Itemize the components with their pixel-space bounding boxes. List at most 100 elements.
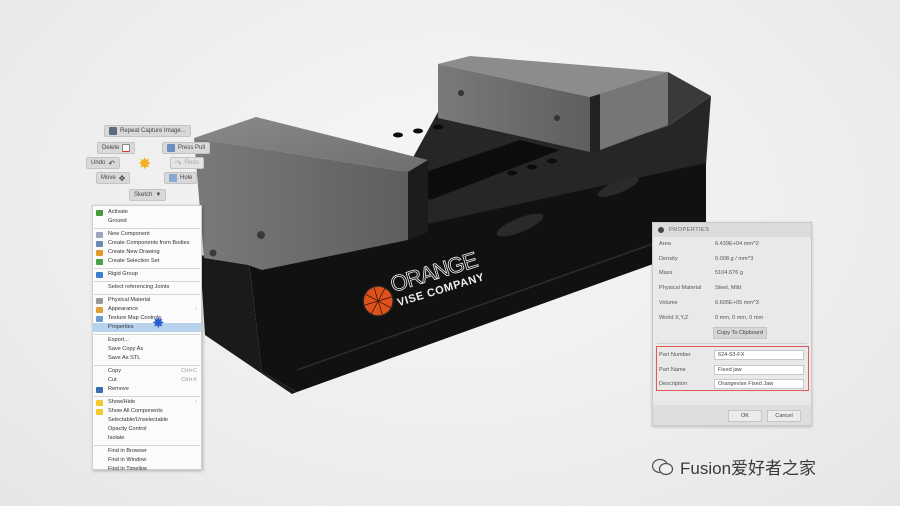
menu-item-appearance[interactable]: Appearance ›	[93, 305, 201, 314]
menu-item-label: Copy	[108, 368, 122, 374]
move-icon: ✥	[118, 173, 126, 183]
properties-panel: PROPERTIES Area 6.439E+04 mm^2 Density 0.00…	[652, 222, 812, 426]
property-label: Density	[659, 255, 678, 262]
redo-button[interactable]: ↷ Redo	[170, 157, 205, 169]
click-burst-icon: ✸	[138, 156, 152, 173]
component-icon	[96, 231, 103, 238]
menu-item-label: Select referencing Joints	[108, 284, 170, 290]
properties-header[interactable]: PROPERTIES	[653, 223, 811, 237]
sketch-dropdown[interactable]: Sketch ▼	[129, 189, 167, 201]
cancel-button[interactable]: Cancel	[767, 410, 801, 422]
wechat-icon	[652, 458, 674, 475]
watermark: Fusion爱好者之家	[652, 454, 816, 479]
lightbulb-icon	[96, 408, 103, 415]
watermark-text: Fusion爱好者之家	[680, 459, 817, 478]
menu-item-label: Save Copy As	[108, 346, 144, 352]
menu-item-ground[interactable]: Ground	[93, 217, 201, 226]
hole-button[interactable]: Hole	[164, 172, 198, 184]
menu-item-label: Opacity Control	[108, 426, 147, 432]
capture-icon	[109, 127, 117, 135]
menu-item-create-selection-set[interactable]: Create Selection Set	[93, 257, 201, 266]
menu-item-show-hide[interactable]: Show/Hide ›	[93, 398, 201, 407]
collapse-icon[interactable]	[658, 227, 664, 233]
menu-item-save-as-stl[interactable]: Save As STL	[93, 354, 201, 363]
property-value: 0.008 g / mm^3	[715, 255, 754, 262]
menu-item-label: Ground	[108, 218, 127, 224]
menu-item-show-all-components[interactable]: Show All Components	[93, 407, 201, 416]
property-value: 5104.676 g	[715, 270, 743, 277]
menu-item-label: Remove	[108, 386, 129, 392]
menu-item-label: Isolate	[108, 435, 125, 441]
property-label: Mass	[659, 270, 673, 277]
menu-separator	[94, 267, 200, 269]
chevron-down-icon: ▼	[155, 192, 162, 198]
copy-to-clipboard-button[interactable]: Copy To Clipboard	[713, 327, 767, 339]
menu-item-select-referencing-joints[interactable]: Select referencing Joints	[93, 283, 201, 292]
menu-item-selectable-unselectable[interactable]: Selectable/Unselectable	[93, 416, 201, 425]
menu-item-label: Find in Timeline	[108, 466, 148, 472]
part-number-input[interactable]: 624-53-FX	[714, 350, 804, 360]
menu-item-label: Appearance	[108, 306, 139, 312]
divider	[657, 343, 807, 344]
menu-separator	[94, 395, 200, 397]
menu-item-properties[interactable]: Properties	[93, 323, 201, 332]
redo-label: Redo	[184, 160, 200, 166]
material-icon	[96, 297, 103, 304]
delete-label: Delete	[102, 145, 120, 151]
repeat-label: Repeat Capture Image...	[120, 128, 186, 134]
menu-item-label: Properties	[108, 324, 134, 330]
menu-separator	[94, 444, 200, 446]
lightbulb-icon	[96, 399, 103, 406]
press-pull-button[interactable]: Press Pull	[162, 142, 211, 154]
menu-item-opacity-control[interactable]: Opacity Control	[93, 425, 201, 434]
menu-item-label: Activate	[108, 209, 128, 215]
menu-item-copy[interactable]: Copy Ctrl+C	[93, 367, 201, 376]
property-value: Steel, Mild	[715, 285, 742, 292]
menu-item-create-new-drawing[interactable]: Create New Drawing	[93, 248, 201, 257]
delete-icon	[122, 144, 131, 152]
remove-icon	[96, 386, 103, 393]
description-input[interactable]: Orangevise Fixed Jaw	[714, 379, 804, 389]
appearance-icon	[96, 306, 103, 313]
delete-button[interactable]: Delete	[97, 142, 136, 154]
property-label: Volume	[659, 299, 678, 306]
menu-item-create-components-from-bodies[interactable]: Create Components from Bodies	[93, 239, 201, 248]
menu-item-activate[interactable]: Activate	[93, 208, 201, 217]
hole-label: Hole	[180, 175, 193, 181]
menu-item-export[interactable]: Export...	[93, 336, 201, 345]
click-burst-icon: ✸	[152, 315, 165, 332]
check-icon	[96, 209, 103, 216]
move-button[interactable]: Move ✥	[96, 172, 131, 184]
part-name-input[interactable]: Fixed jaw	[714, 364, 804, 375]
menu-item-label: Save As STL	[108, 355, 141, 361]
menu-item-find-in-window[interactable]: Find in Window	[93, 456, 201, 465]
menu-item-texture-map-controls[interactable]: Texture Map Controls	[93, 314, 201, 323]
press-pull-label: Press Pull	[178, 145, 206, 151]
hole-icon	[169, 174, 177, 182]
menu-item-physical-material[interactable]: Physical Material	[93, 296, 201, 305]
menu-item-cut[interactable]: Cut Ctrl+X	[93, 376, 201, 385]
menu-item-isolate[interactable]: Isolate	[93, 434, 201, 443]
shortcut-label: Ctrl+C	[180, 368, 197, 374]
property-value: 6.605E+05 mm^3	[715, 299, 759, 306]
menu-item-rigid-group[interactable]: Rigid Group	[93, 270, 201, 279]
menu-item-find-in-timeline[interactable]: Find in Timeline	[93, 465, 201, 474]
repeat-capture-image-button[interactable]: Repeat Capture Image...	[104, 125, 191, 137]
property-label: Area	[659, 241, 671, 247]
undo-button[interactable]: Undo ↶	[86, 157, 121, 169]
menu-item-find-in-browser[interactable]: Find in Browser	[93, 447, 201, 456]
menu-item-new-component[interactable]: New Component	[93, 230, 201, 239]
shortcut-label: Ctrl+X	[181, 377, 197, 383]
menu-item-save-copy-as[interactable]: Save Copy As	[93, 345, 201, 354]
drawing-icon	[96, 249, 103, 256]
menu-item-label: New Component	[108, 231, 150, 237]
context-menu: Activate Ground New Component Create Compon…	[92, 205, 202, 472]
property-value: 6.439E+04 mm^2	[715, 241, 759, 247]
press-pull-icon	[167, 144, 175, 152]
menu-item-label: Create Selection Set	[108, 258, 160, 264]
menu-item-remove[interactable]: Remove	[93, 385, 201, 394]
ok-button[interactable]: OK	[728, 410, 762, 422]
menu-item-label: Rigid Group	[108, 271, 138, 277]
selection-set-icon	[96, 258, 103, 265]
menu-item-label: Export...	[108, 337, 129, 343]
